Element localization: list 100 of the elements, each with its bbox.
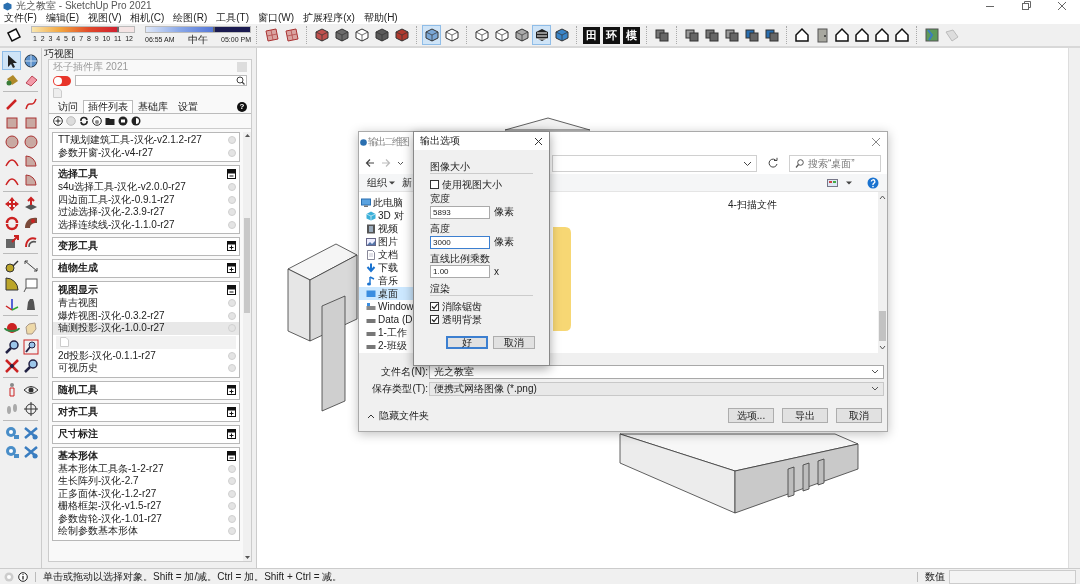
plugin-item[interactable]: 绘制参数基本形体: [53, 525, 239, 538]
slider-fill[interactable]: [146, 26, 215, 32]
tab[interactable]: 插件列表: [83, 100, 133, 113]
house-icon[interactable]: [892, 25, 911, 45]
view-options-icon[interactable]: [827, 177, 839, 188]
menu-item[interactable]: 绘图(R): [173, 12, 208, 24]
expand-icon[interactable]: [227, 241, 236, 251]
nav-item[interactable]: 1-工作: [359, 326, 414, 339]
nav-item[interactable]: 音乐: [359, 274, 414, 287]
house-icon[interactable]: [792, 25, 811, 45]
scroll-down-icon[interactable]: [243, 555, 251, 561]
checkbox[interactable]: [430, 302, 439, 311]
crosshair-icon[interactable]: [21, 399, 40, 418]
plugin-item[interactable]: 生长阵列-汉化-2.7: [53, 475, 239, 488]
slider-fill[interactable]: [32, 27, 119, 32]
group-header[interactable]: 植物生成: [53, 261, 239, 275]
close-button[interactable]: [1057, 1, 1067, 11]
plugin-item[interactable]: 轴测投影-汉化-1.0.0-r27: [53, 322, 239, 335]
nav-item[interactable]: 图片: [359, 235, 414, 248]
plugin-item[interactable]: 过滤选择-汉化-2.3.9-r27: [53, 206, 239, 219]
dialog-button[interactable]: 取消: [836, 408, 882, 423]
zoom-window-icon[interactable]: [21, 337, 40, 356]
file-name[interactable]: 4-扫描文件: [728, 198, 777, 212]
dialog-button[interactable]: 取消: [493, 336, 535, 349]
dialog-button[interactable]: 好: [446, 336, 488, 349]
grid-sheet-icon[interactable]: [282, 25, 301, 45]
plugin-item[interactable]: 爆炸视图-汉化-0.3.2-r27: [53, 309, 239, 322]
menu-item[interactable]: 视图(V): [88, 12, 122, 24]
add-icon[interactable]: [53, 116, 63, 126]
collapse-icon[interactable]: [227, 169, 236, 179]
plugin-item[interactable]: 青吉视图: [53, 297, 239, 310]
group-header[interactable]: 对齐工具: [53, 404, 239, 419]
refresh-icon[interactable]: [79, 116, 89, 126]
time-slider[interactable]: [145, 25, 251, 33]
group-header[interactable]: 尺寸标注: [53, 426, 239, 441]
restore-button[interactable]: [1021, 1, 1031, 11]
record-icon[interactable]: [118, 116, 128, 126]
menu-item[interactable]: 相机(C): [130, 12, 165, 24]
menu-item[interactable]: 帮助(H): [363, 12, 398, 24]
help-icon[interactable]: [867, 176, 879, 189]
expand-icon[interactable]: [227, 384, 236, 395]
circle-icon[interactable]: [21, 132, 40, 151]
scroll-down-icon[interactable]: [879, 345, 886, 351]
folder-icon[interactable]: [105, 116, 115, 126]
scroll-up-icon[interactable]: [879, 194, 886, 200]
house-icon[interactable]: [832, 25, 851, 45]
collapse-icon[interactable]: [227, 450, 236, 461]
group-header[interactable]: 基本形体: [53, 448, 239, 463]
plugin-item[interactable]: 选择连续线-汉化-1.1.0-r27: [53, 218, 239, 231]
file-name-field[interactable]: 光之教室: [429, 365, 884, 379]
search-icon[interactable]: [236, 76, 245, 85]
month-slider[interactable]: [31, 26, 135, 33]
menu-item[interactable]: 文件(F): [4, 12, 37, 24]
plugin-item[interactable]: 2d投影-汉化-0.1.1-r27: [53, 349, 239, 362]
help-icon[interactable]: ?: [237, 102, 247, 112]
measurements-field[interactable]: [949, 569, 1076, 584]
menu-item[interactable]: 窗口(W): [258, 12, 295, 24]
scrollbar-thumb[interactable]: [879, 311, 886, 341]
search-field[interactable]: [75, 75, 247, 86]
refresh-icon[interactable]: [767, 157, 779, 169]
plugin-item[interactable]: 基本形体工具条-1-2-r27: [53, 462, 239, 475]
plugin-item[interactable]: 参数齿轮-汉化-1.01-r27: [53, 512, 239, 525]
grid-sheet-icon[interactable]: [262, 25, 281, 45]
scroll-up-icon[interactable]: [243, 132, 251, 138]
plugin-item[interactable]: 参数开窗-汉化-v4-r27: [53, 146, 239, 159]
map-icon[interactable]: [922, 25, 941, 45]
plugin-item[interactable]: 四边面工具-汉化-0.9.1-r27: [53, 193, 239, 206]
group-header[interactable]: 随机工具: [53, 382, 239, 397]
circle-icon[interactable]: [2, 132, 21, 151]
nav-item[interactable]: 下载: [359, 261, 414, 274]
dialog-button[interactable]: 选项...: [728, 408, 774, 423]
tab[interactable]: 设置: [173, 100, 203, 113]
dialog-button[interactable]: 导出: [782, 408, 828, 423]
arrow-cursor-icon[interactable]: [2, 51, 21, 70]
number-field[interactable]: 1.00: [430, 265, 490, 278]
scrollbar-thumb[interactable]: [244, 218, 250, 313]
number-field[interactable]: 5893: [430, 205, 490, 219]
group-header[interactable]: 选择工具: [53, 167, 239, 181]
plugin-item[interactable]: TT规划建筑工具-汉化-v2.1.2-r27: [53, 134, 239, 147]
badge-icon[interactable]: [92, 116, 102, 126]
nav-item[interactable]: 2-班级: [359, 339, 414, 352]
nav-item[interactable]: 此电脑: [359, 196, 414, 209]
menu-item[interactable]: 工具(T): [216, 12, 250, 24]
search-field[interactable]: 搜索“桌面”: [789, 154, 881, 172]
nav-item[interactable]: 文档: [359, 248, 414, 261]
caret-icon[interactable]: [871, 386, 879, 392]
scrollbar[interactable]: [243, 132, 251, 561]
nav-item[interactable]: Window: [359, 300, 414, 313]
checkbox[interactable]: [430, 315, 439, 324]
close-button[interactable]: [534, 136, 543, 146]
back-arrow-icon[interactable]: [365, 158, 375, 168]
plugin-item[interactable]: 栅格框架-汉化-v1.5-r27: [53, 500, 239, 513]
organize-button[interactable]: 组织: [367, 175, 395, 190]
collapse-icon[interactable]: [227, 285, 236, 295]
nav-item[interactable]: Data (D: [359, 313, 414, 326]
text-label-icon[interactable]: [21, 275, 40, 294]
toolbar-button[interactable]: 新: [402, 175, 412, 190]
cross-arrows-icon[interactable]: [2, 356, 21, 375]
nav-item[interactable]: 视频: [359, 222, 414, 235]
protractor-icon[interactable]: [2, 275, 21, 294]
